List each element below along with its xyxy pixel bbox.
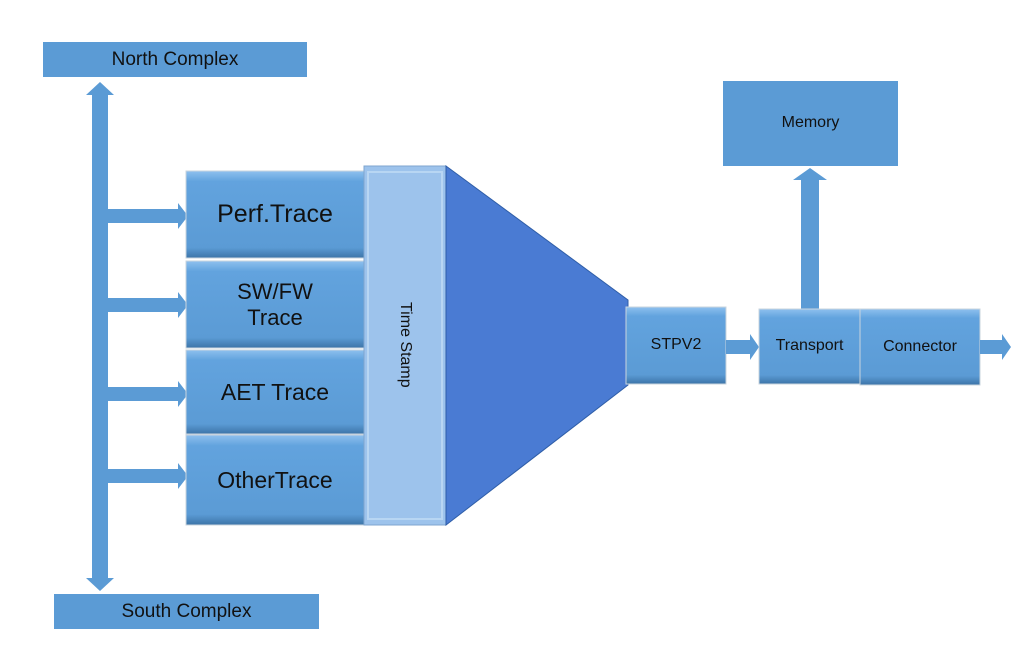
perf-trace-label: Perf.Trace	[217, 200, 333, 229]
arrow-to-swfw-trace	[108, 292, 188, 318]
arrow-to-aet-trace	[108, 381, 188, 407]
connector-label: Connector	[883, 337, 957, 355]
arrow-to-other-trace	[108, 463, 188, 489]
arrow-transport-to-memory	[793, 168, 827, 309]
aet-trace-label: AET Trace	[220, 378, 330, 405]
time-stamp-label: Time Stamp	[397, 302, 415, 388]
other-trace-label: OtherTrace	[217, 466, 333, 493]
diagram-canvas: North Complex South Complex Memory Perf.…	[0, 0, 1026, 653]
north-complex-label: North Complex	[111, 48, 239, 70]
funnel-multiplexer	[445, 165, 629, 527]
arrow-connector-out	[980, 334, 1011, 360]
stpv2-label: STPV2	[650, 336, 702, 354]
memory-label: Memory	[781, 114, 840, 132]
arrow-to-perf-trace	[108, 203, 188, 229]
swfw-trace-label: SW/FW Trace	[237, 279, 313, 330]
transport-label: Transport	[775, 337, 844, 355]
arrow-stpv2-to-transport	[726, 334, 759, 360]
bus-double-arrow	[86, 82, 114, 591]
south-complex-label: South Complex	[121, 600, 252, 622]
